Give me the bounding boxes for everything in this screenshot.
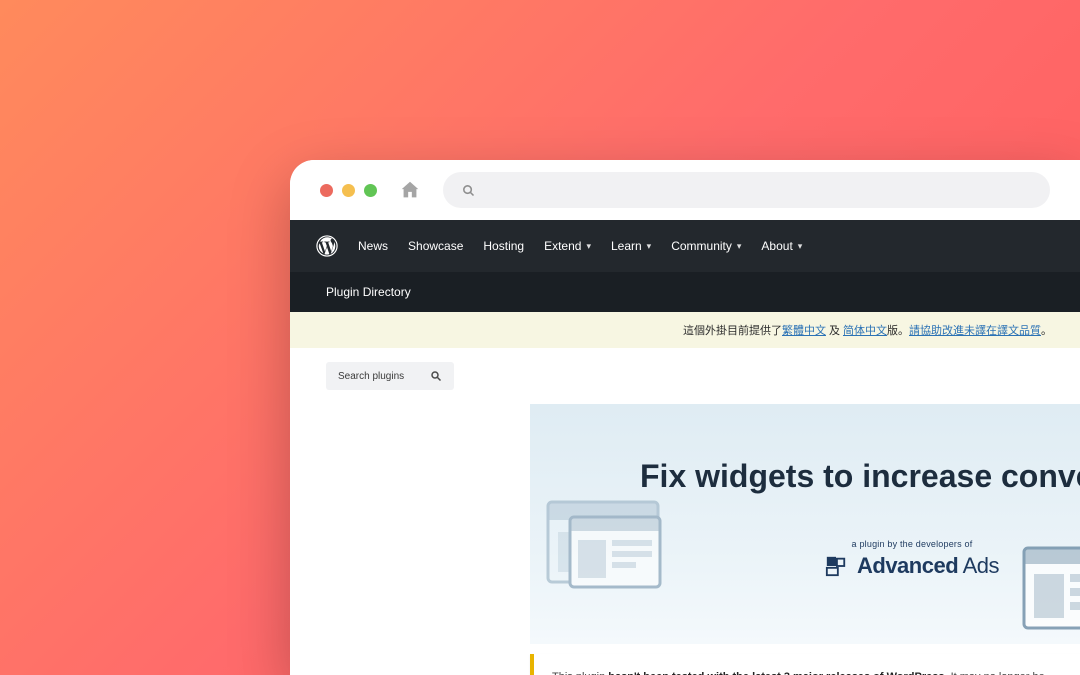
window-maximize-button[interactable] — [364, 184, 377, 197]
chevron-down-icon: ▾ — [737, 241, 742, 252]
compatibility-warning: This plugin hasn't been tested with the … — [530, 654, 1080, 675]
browser-mockup-icon — [1020, 544, 1080, 634]
locale-help-link[interactable]: 請協助改進未譯在譯文品質 — [909, 325, 1041, 337]
chevron-down-icon: ▾ — [647, 241, 652, 252]
page-content: News Showcase Hosting Extend▾ Learn▾ Com… — [290, 220, 1080, 675]
traffic-lights — [320, 184, 377, 197]
locale-notice: 這個外掛目前提供了繁體中文及简体中文版。請協助改進未譯在譯文品質。 — [290, 312, 1080, 348]
home-button[interactable] — [399, 179, 421, 201]
locale-link-zhhant[interactable]: 繁體中文 — [782, 325, 826, 337]
search-icon — [461, 183, 476, 198]
browser-chrome — [290, 160, 1080, 220]
search-icon — [430, 370, 442, 382]
chevron-down-icon: ▾ — [798, 241, 803, 252]
wordpress-logo[interactable] — [316, 235, 338, 257]
subnav-title[interactable]: Plugin Directory — [326, 285, 411, 299]
nav-learn[interactable]: Learn▾ — [611, 239, 651, 253]
locale-link-zhhans[interactable]: 简体中文 — [843, 325, 887, 337]
nav-news[interactable]: News — [358, 239, 388, 253]
url-bar[interactable] — [443, 172, 1050, 208]
search-row: Search plugins — [290, 348, 1080, 404]
advanced-ads-mark-icon — [825, 555, 847, 577]
hero-brand: a plugin by the developers of Advanced A… — [825, 539, 999, 579]
nav-showcase[interactable]: Showcase — [408, 239, 463, 253]
wordpress-logo-icon — [316, 235, 338, 257]
window-minimize-button[interactable] — [342, 184, 355, 197]
window-close-button[interactable] — [320, 184, 333, 197]
hero-title: Fix widgets to increase conversion — [640, 458, 1080, 495]
plugin-search-input[interactable]: Search plugins — [326, 362, 454, 390]
browser-window: News Showcase Hosting Extend▾ Learn▾ Com… — [290, 160, 1080, 675]
plugin-hero-banner: Fix widgets to increase conversion a plu… — [530, 404, 1080, 644]
nav-hosting[interactable]: Hosting — [483, 239, 524, 253]
nav-community[interactable]: Community▾ — [671, 239, 741, 253]
advanced-ads-logo: Advanced Ads — [825, 553, 999, 579]
hero-brand-subtitle: a plugin by the developers of — [852, 539, 973, 549]
wp-sub-nav: Plugin Directory — [290, 272, 1080, 312]
wp-top-nav: News Showcase Hosting Extend▾ Learn▾ Com… — [290, 220, 1080, 272]
nav-about[interactable]: About▾ — [761, 239, 802, 253]
nav-extend[interactable]: Extend▾ — [544, 239, 591, 253]
home-icon — [399, 179, 421, 201]
chevron-down-icon: ▾ — [586, 241, 591, 252]
browser-mockup-icon — [540, 482, 670, 612]
